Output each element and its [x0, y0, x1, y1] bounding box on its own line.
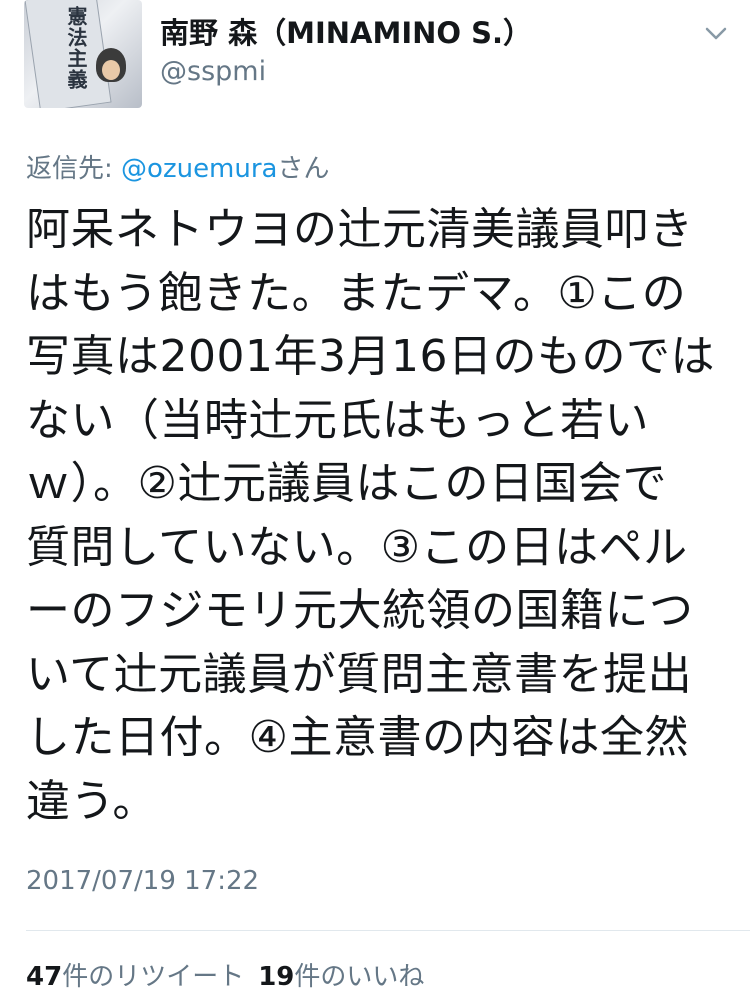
likes-label: 件のいいね	[294, 962, 425, 992]
tweet-line: ない（当時辻元氏はもっと若い	[26, 394, 649, 446]
display-name[interactable]: 南野 森（MINAMINO S.）	[160, 10, 532, 52]
tweet-line: ｗ）。②辻元議員はこの日国会で	[26, 458, 667, 509]
reply-suffix: さん	[277, 154, 330, 184]
tweet-line: 質問していない。③この日はペル	[26, 521, 688, 573]
retweets-label: 件のリツイート	[62, 962, 245, 992]
tweet-line: 阿呆ネトウヨの辻元清美議員叩き	[26, 204, 694, 255]
likes-count: 19	[258, 962, 295, 992]
avatar[interactable]: 憲法主義	[24, 0, 142, 108]
reply-prefix: 返信先:	[26, 154, 122, 184]
retweets-count: 47	[26, 962, 63, 992]
username[interactable]: @sspmi	[160, 56, 266, 87]
tweet-stats: 47件のリツイート 19件のいいね	[26, 956, 424, 993]
reply-to: 返信先: @ozuemuraさん	[26, 148, 330, 185]
tweet-body: 阿呆ネトウヨの辻元清美議員叩き はもう飽きた。またデマ。①この 写真は2001年…	[26, 198, 726, 833]
chevron-down-icon[interactable]	[703, 20, 729, 46]
likes-link[interactable]: 19件のいいね	[258, 962, 424, 992]
tweet-line: した日付。④主意書の内容は全然	[26, 712, 689, 763]
avatar-book-title: 憲法主義	[64, 6, 88, 90]
tweet-line: ーのフジモリ元大統領の国籍につ	[26, 585, 694, 636]
timestamp[interactable]: 2017/07/19 17:22	[26, 866, 259, 896]
tweet-line: 違う。	[26, 775, 157, 827]
reply-handle-link[interactable]: @ozuemura	[121, 154, 277, 184]
divider	[26, 930, 750, 931]
avatar-person-face	[102, 60, 120, 80]
tweet-line: いて辻元議員が質問主意書を提出	[26, 648, 693, 700]
tweet-line: はもう飽きた。またデマ。①この	[26, 267, 687, 319]
tweet-line: 写真は2001年3月16日のものでは	[26, 331, 715, 382]
retweets-link[interactable]: 47件のリツイート	[26, 962, 244, 992]
